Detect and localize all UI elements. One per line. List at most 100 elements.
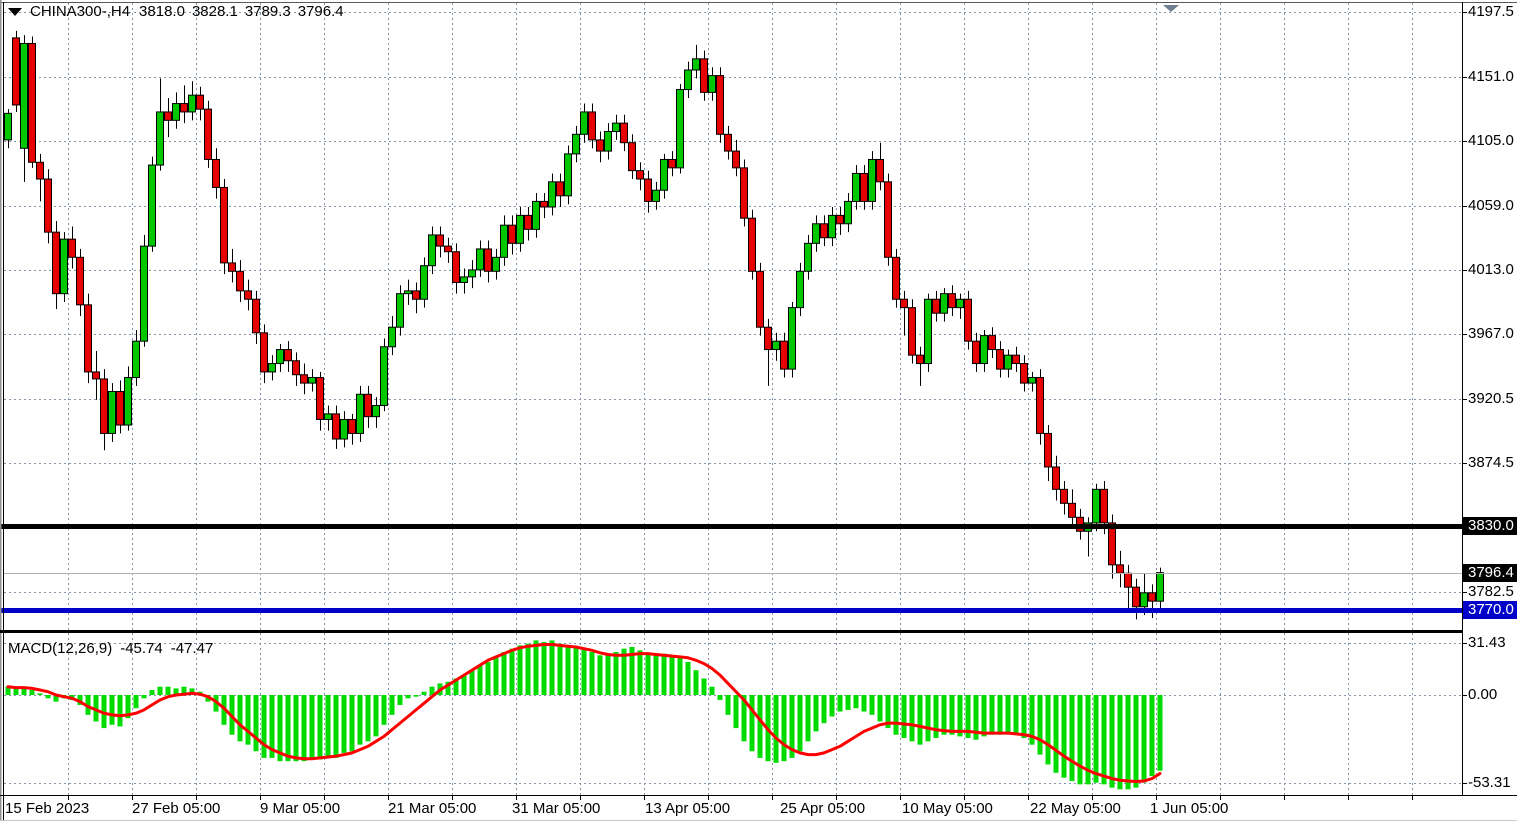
candle-bear bbox=[301, 375, 308, 383]
candle-bull bbox=[309, 378, 316, 384]
macd-histogram-bar bbox=[1150, 695, 1155, 776]
macd-indicator-label: MACD(12,26,9)-45.74-47.47 bbox=[8, 640, 221, 657]
candle-bull bbox=[501, 225, 508, 257]
candle-bear bbox=[965, 299, 972, 341]
macd-histogram-bar bbox=[1014, 695, 1019, 735]
macd-histogram-bar bbox=[870, 695, 875, 715]
candle-bull bbox=[397, 294, 404, 328]
macd-histogram-bar bbox=[142, 695, 147, 698]
time-axis-label: 27 Feb 05:00 bbox=[132, 800, 220, 817]
macd-histogram-bar bbox=[590, 652, 595, 695]
macd-histogram-bar bbox=[350, 695, 355, 751]
candle-bull bbox=[773, 341, 780, 349]
candle-bear bbox=[333, 414, 340, 439]
macd-histogram-bar bbox=[238, 695, 243, 741]
price-axis-label: 4059.0 bbox=[1468, 197, 1514, 215]
candle-bull bbox=[429, 235, 436, 266]
macd-histogram-bar bbox=[14, 688, 19, 695]
candle-bull bbox=[461, 277, 468, 283]
candle-bear bbox=[885, 182, 892, 257]
candle-bear bbox=[1133, 587, 1140, 607]
macd-histogram-bar bbox=[574, 647, 579, 695]
candle-bull bbox=[981, 336, 988, 364]
chart-shift-marker-icon[interactable] bbox=[1163, 5, 1179, 12]
macd-histogram-bar bbox=[774, 695, 779, 763]
macd-histogram-bar bbox=[614, 652, 619, 695]
macd-histogram-bar bbox=[686, 662, 691, 695]
candle-bull bbox=[693, 59, 700, 70]
panel-separator[interactable] bbox=[0, 630, 1462, 633]
macd-histogram-bar bbox=[158, 687, 163, 695]
symbol-period-label: CHINA300-,H4 bbox=[30, 3, 130, 20]
candle-bear bbox=[589, 112, 596, 140]
candle-bear bbox=[749, 218, 756, 271]
candle-bull bbox=[389, 327, 396, 347]
macd-histogram-bar bbox=[1054, 695, 1059, 773]
candle-bear bbox=[781, 341, 788, 369]
time-axis-label: 1 Jun 05:00 bbox=[1150, 800, 1228, 817]
macd-histogram-bar bbox=[782, 695, 787, 761]
macd-histogram-bar bbox=[1134, 695, 1139, 788]
macd-histogram-bar bbox=[390, 695, 395, 715]
candle-bull bbox=[109, 392, 116, 434]
candle-bull bbox=[549, 182, 556, 207]
macd-histogram-bar bbox=[1046, 695, 1051, 764]
candle-bear bbox=[733, 151, 740, 168]
macd-histogram-bar bbox=[526, 644, 531, 695]
candle-bull bbox=[941, 294, 948, 314]
macd-histogram-bar bbox=[302, 695, 307, 761]
candle-bear bbox=[645, 179, 652, 201]
macd-histogram-bar bbox=[582, 649, 587, 695]
macd-histogram-bar bbox=[710, 687, 715, 695]
candle-bull bbox=[1005, 355, 1012, 369]
candle-bull bbox=[1093, 489, 1100, 523]
macd-histogram-bar bbox=[878, 695, 883, 721]
macd-histogram-bar bbox=[1070, 695, 1075, 781]
macd-histogram-bar bbox=[950, 695, 955, 735]
candle-bull bbox=[829, 215, 836, 237]
candle-bear bbox=[13, 38, 20, 105]
candle-bear bbox=[53, 232, 60, 294]
candle-bull bbox=[421, 266, 428, 300]
candle-bear bbox=[757, 271, 764, 327]
candle-bull bbox=[21, 43, 28, 148]
time-axis-label: 25 Apr 05:00 bbox=[780, 800, 865, 817]
candle-bear bbox=[893, 257, 900, 299]
candle-bull bbox=[925, 299, 932, 363]
resistance-price-badge: 3830.0 bbox=[1463, 517, 1517, 535]
time-axis-label: 15 Feb 2023 bbox=[5, 800, 89, 817]
macd-histogram-bar bbox=[1158, 695, 1163, 771]
candle-bear bbox=[205, 109, 212, 159]
macd-histogram-bar bbox=[982, 695, 987, 736]
macd-histogram-bar bbox=[654, 655, 659, 695]
chart-canvas[interactable] bbox=[0, 0, 1517, 825]
candle-bear bbox=[597, 140, 604, 151]
candle-bull bbox=[813, 224, 820, 244]
time-axis-label: 21 Mar 05:00 bbox=[388, 800, 476, 817]
candle-bear bbox=[101, 379, 108, 434]
candle-bull bbox=[141, 246, 148, 341]
candle-bear bbox=[317, 378, 324, 420]
macd-histogram-bar bbox=[734, 695, 739, 728]
price-axis-label: 3920.5 bbox=[1468, 390, 1514, 408]
candle-bear bbox=[621, 123, 628, 143]
price-axis-label: 4105.0 bbox=[1468, 132, 1514, 150]
symbol-dropdown-icon[interactable] bbox=[8, 8, 22, 16]
candle-bear bbox=[1013, 355, 1020, 363]
price-axis-label: 4197.5 bbox=[1468, 3, 1514, 21]
candle-bear bbox=[285, 350, 292, 361]
quote-open: 3818.0 bbox=[139, 3, 185, 20]
macd-histogram-bar bbox=[366, 695, 371, 741]
candle-bull bbox=[789, 308, 796, 370]
candle-bear bbox=[117, 392, 124, 426]
macd-histogram-bar bbox=[718, 695, 723, 700]
macd-histogram-bar bbox=[702, 678, 707, 695]
candle-bear bbox=[509, 225, 516, 243]
quote-low: 3789.3 bbox=[245, 3, 291, 20]
macd-histogram-bar bbox=[470, 670, 475, 695]
candle-bear bbox=[69, 239, 76, 257]
macd-name: MACD(12,26,9) bbox=[8, 640, 112, 657]
macd-value-signal: -47.47 bbox=[171, 640, 214, 657]
candle-bear bbox=[765, 327, 772, 349]
quote-close: 3796.4 bbox=[298, 3, 344, 20]
